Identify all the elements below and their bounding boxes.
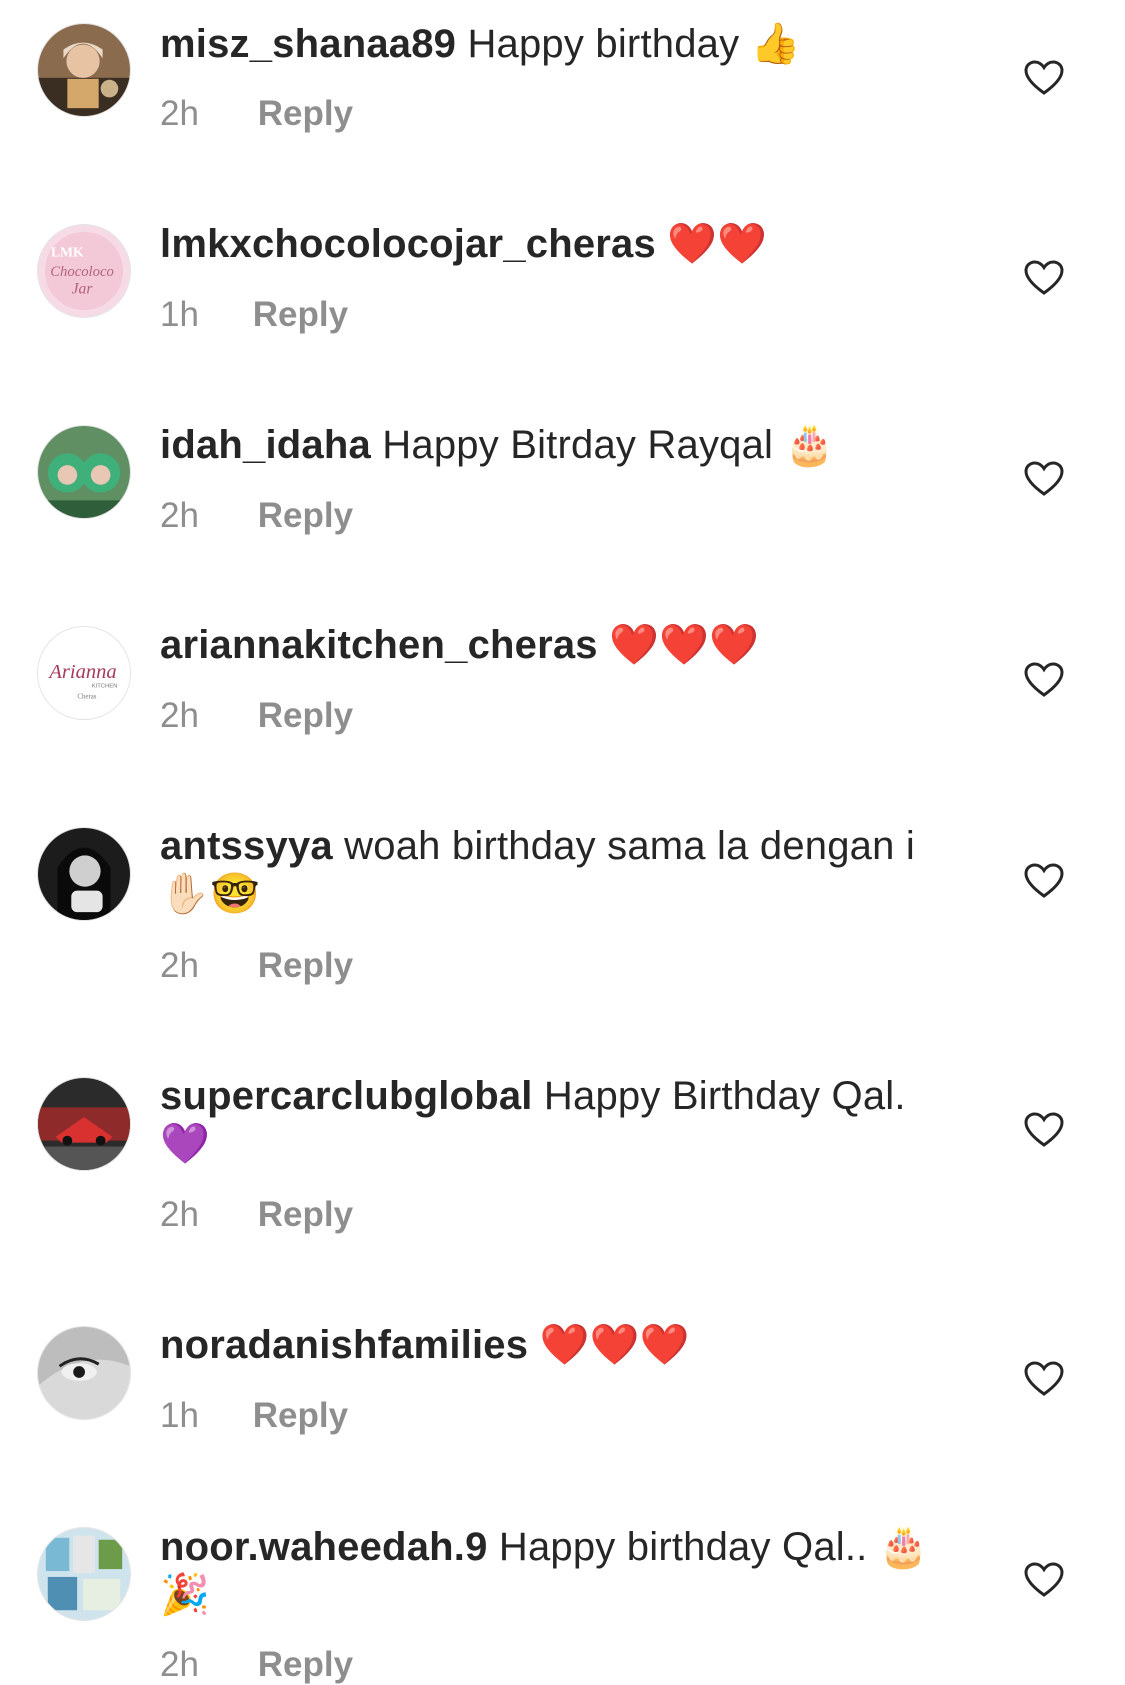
comment-time: 2h [160, 94, 199, 133]
reply-button[interactable]: Reply [258, 1645, 353, 1684]
comment-body: ariannakitchen_cheras ❤️❤️❤️ [160, 621, 950, 669]
comment-emoji: ❤️❤️ [667, 221, 768, 267]
comment-time: 1h [160, 295, 199, 334]
comment-username[interactable]: supercarclubglobal [160, 1074, 533, 1118]
comment-meta: 2h Reply [160, 496, 353, 536]
avatar-logo-text: Jar [72, 281, 94, 298]
avatar[interactable] [37, 23, 131, 117]
comment-username[interactable]: noradanishfamilies [160, 1323, 528, 1367]
comment-text: woah birthday sama la dengan i [344, 824, 915, 868]
avatar[interactable] [37, 425, 131, 519]
comment-time: 2h [160, 946, 199, 985]
reply-button[interactable]: Reply [258, 496, 353, 535]
comment-emoji: 👍 [750, 21, 801, 67]
comment-time: 2h [160, 496, 199, 535]
comment-body: lmkxchocolocojar_cheras ❤️❤️ [160, 220, 950, 268]
reply-button[interactable]: Reply [253, 295, 348, 334]
comment-meta: 1h Reply [160, 295, 348, 335]
comment-meta: 2h Reply [160, 946, 353, 986]
reply-button[interactable]: Reply [258, 696, 353, 735]
comment-body: noor.waheedah.9 Happy birthday Qal.. 🎂🎉 [160, 1523, 950, 1619]
comment-meta: 2h Reply [160, 1645, 353, 1685]
reply-button[interactable]: Reply [258, 946, 353, 985]
avatar[interactable] [37, 827, 131, 921]
comment-text: Happy birthday [467, 22, 740, 66]
comment-username[interactable]: misz_shanaa89 [160, 22, 456, 66]
heart-outline-icon[interactable] [1024, 1361, 1064, 1397]
comment-text: Happy Bitrday Rayqal [382, 423, 774, 467]
avatar-logo-text: KITCHEN [92, 684, 118, 690]
heart-outline-icon[interactable] [1024, 1112, 1064, 1148]
avatar[interactable]: Arianna KITCHEN Cheras [37, 626, 131, 720]
heart-outline-icon[interactable] [1024, 1562, 1064, 1598]
avatar-logo-text: Cheras [77, 693, 96, 700]
comment-body: misz_shanaa89 Happy birthday 👍 [160, 20, 950, 68]
heart-outline-icon[interactable] [1024, 863, 1064, 899]
comment-time: 2h [160, 1195, 199, 1234]
comment-body: antssyya woah birthday sama la dengan i … [160, 822, 950, 918]
comment-meta: 2h Reply [160, 696, 353, 736]
comment-emoji: ❤️❤️❤️ [539, 1322, 690, 1368]
heart-outline-icon[interactable] [1024, 60, 1064, 96]
reply-button[interactable]: Reply [253, 1396, 348, 1435]
comment-emoji: ✋🏻🤓 [160, 871, 261, 917]
avatar-logo-text: LMK [51, 244, 84, 259]
comment-username[interactable]: idah_idaha [160, 423, 371, 467]
avatar-logo-text: Chocoloco [50, 264, 114, 280]
reply-button[interactable]: Reply [258, 94, 353, 133]
heart-outline-icon[interactable] [1024, 662, 1064, 698]
avatar[interactable] [37, 1077, 131, 1171]
comment-username[interactable]: antssyya [160, 824, 333, 868]
comment-body: idah_idaha Happy Bitrday Rayqal 🎂 [160, 421, 950, 469]
comment-meta: 1h Reply [160, 1396, 348, 1436]
comment-time: 1h [160, 1396, 199, 1435]
reply-button[interactable]: Reply [258, 1195, 353, 1234]
avatar[interactable] [37, 1527, 131, 1621]
comment-meta: 2h Reply [160, 1195, 353, 1235]
comment-emoji: 🎂 [784, 422, 835, 468]
comment-username[interactable]: ariannakitchen_cheras [160, 623, 598, 667]
comment-body: supercarclubglobal Happy Birthday Qal. 💜 [160, 1072, 950, 1168]
avatar[interactable]: LMK Chocoloco Jar [37, 224, 131, 318]
comment-username[interactable]: lmkxchocolocojar_cheras [160, 222, 656, 266]
comment-body: noradanishfamilies ❤️❤️❤️ [160, 1321, 950, 1369]
comment-text: Happy birthday Qal.. [498, 1525, 868, 1569]
comment-meta: 2h Reply [160, 94, 353, 134]
comment-username[interactable]: noor.waheedah.9 [160, 1525, 488, 1569]
avatar[interactable] [37, 1326, 131, 1420]
comment-text: Happy Birthday Qal. [543, 1074, 906, 1118]
comment-emoji: ❤️❤️❤️ [609, 622, 760, 668]
avatar-logo-text: Arianna [47, 661, 116, 683]
heart-outline-icon[interactable] [1024, 260, 1064, 296]
comment-emoji: 💜 [160, 1121, 211, 1167]
comment-time: 2h [160, 696, 199, 735]
heart-outline-icon[interactable] [1024, 461, 1064, 497]
comment-time: 2h [160, 1645, 199, 1684]
